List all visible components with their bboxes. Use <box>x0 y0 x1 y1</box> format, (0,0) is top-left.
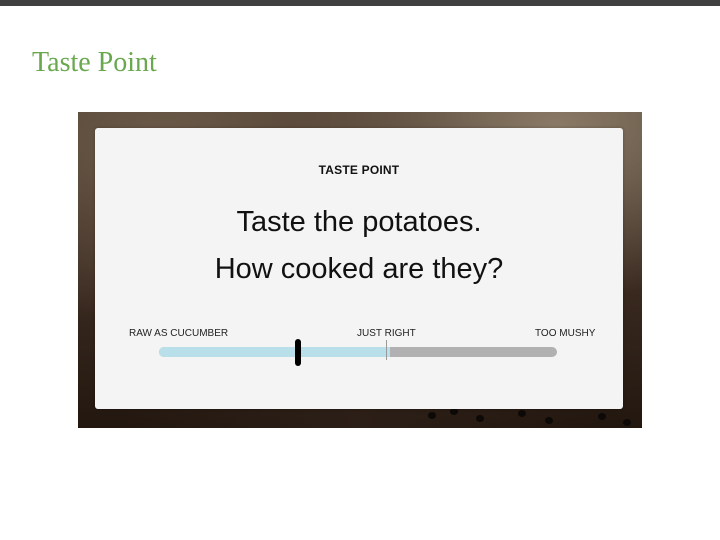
card-header: TASTE POINT <box>318 163 400 177</box>
scale-label-just-right: JUST RIGHT <box>357 328 416 339</box>
slide-title: Taste Point <box>32 47 157 78</box>
peppercorn-decoration <box>623 419 631 426</box>
peppercorn-decoration <box>450 408 458 415</box>
question-line-2: How cooked are they? <box>214 253 504 285</box>
slider-midpoint-tick <box>386 340 387 360</box>
top-border-bar <box>0 0 720 6</box>
peppercorn-decoration <box>428 412 436 419</box>
slider-track-fill <box>159 347 390 357</box>
peppercorn-decoration <box>476 415 484 422</box>
peppercorn-decoration <box>518 410 526 417</box>
peppercorn-decoration <box>545 417 553 424</box>
slider-thumb[interactable] <box>295 339 301 366</box>
question-line-1: Taste the potatoes. <box>236 206 482 238</box>
scale-label-too-mushy: TOO MUSHY <box>535 328 596 339</box>
peppercorn-decoration <box>598 413 606 420</box>
app-screenshot: TASTE POINT Taste the potatoes. How cook… <box>78 112 642 428</box>
doneness-slider-track[interactable] <box>159 347 557 357</box>
scale-label-raw: RAW AS CUCUMBER <box>129 328 229 339</box>
taste-point-card: TASTE POINT Taste the potatoes. How cook… <box>95 128 623 409</box>
